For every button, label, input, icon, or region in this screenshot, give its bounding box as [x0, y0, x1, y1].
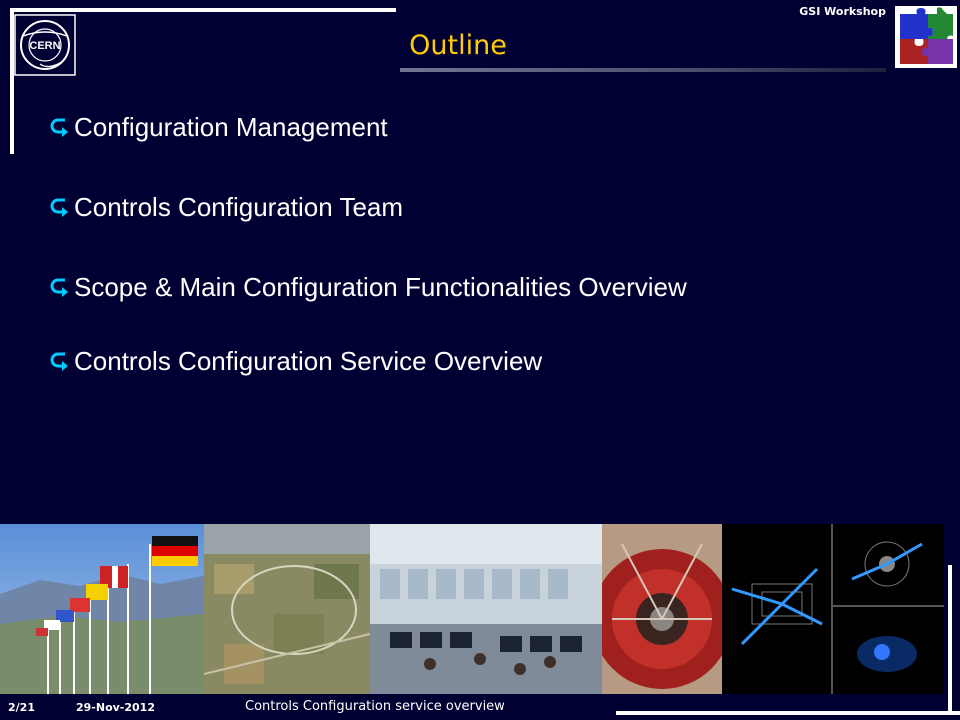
bullet-text: Controls Configuration Team	[74, 191, 404, 222]
bullet-text: Configuration Management	[74, 111, 388, 142]
event-label: GSI Workshop	[799, 5, 886, 18]
aerial-view-photo	[204, 524, 370, 694]
curved-arrow-icon	[50, 118, 68, 137]
bullet-item: Scope & Main Configuration Functionaliti…	[50, 270, 687, 304]
flags-photo	[0, 524, 204, 694]
control-room-photo	[370, 524, 602, 694]
cern-logo: CERN	[14, 14, 76, 76]
page-number: 2/21	[8, 701, 35, 714]
svg-text:CERN: CERN	[29, 40, 60, 52]
title-underline	[400, 68, 886, 72]
curved-arrow-icon	[50, 352, 68, 371]
bullet-item: Controls Configuration Team	[50, 190, 403, 224]
detector-photo	[602, 524, 722, 694]
footer-presentation-title: Controls Configuration service overview	[245, 699, 505, 714]
curved-arrow-icon	[50, 198, 68, 217]
frame-top-line	[10, 8, 396, 12]
bullet-item: Configuration Management	[50, 110, 388, 144]
bullet-text: Controls Configuration Service Overview	[74, 345, 543, 376]
bullet-text: Scope & Main Configuration Functionaliti…	[74, 271, 687, 302]
bullet-item: Controls Configuration Service Overview	[50, 344, 542, 378]
frame-right-line	[948, 565, 952, 715]
footer-date: 29-Nov-2012	[76, 701, 155, 714]
frame-bottom-line	[616, 711, 960, 715]
curved-arrow-icon	[50, 278, 68, 297]
puzzle-logo-icon	[895, 6, 957, 68]
page-title: Outline	[409, 30, 507, 61]
event-display-photo	[722, 524, 944, 694]
